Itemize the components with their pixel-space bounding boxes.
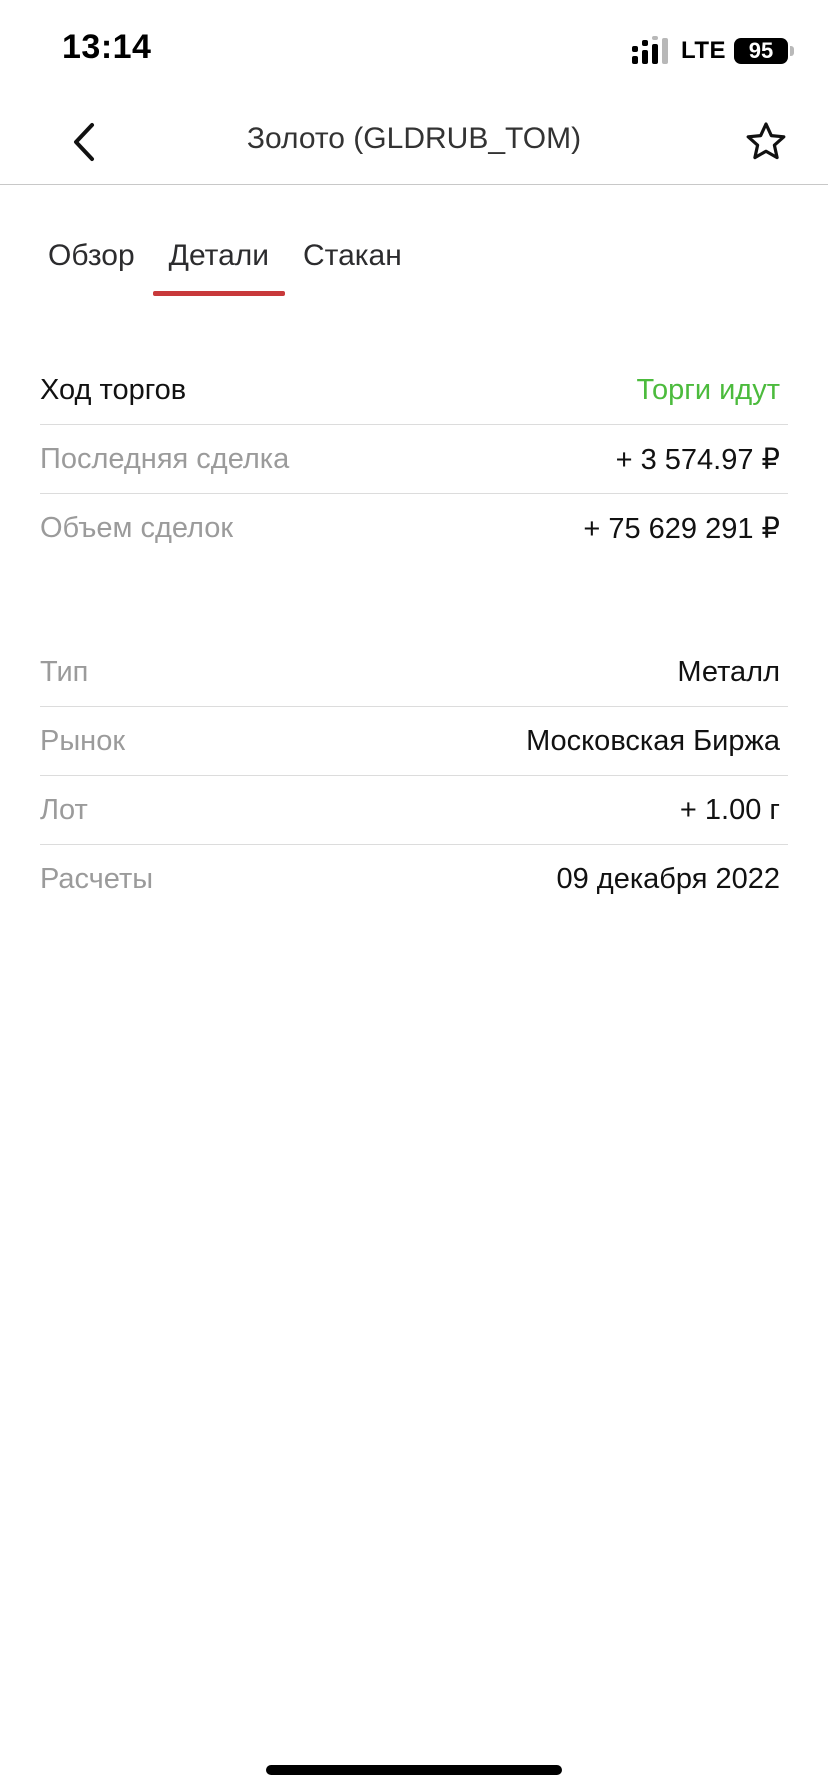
status-indicators: LTE 95 [631, 36, 794, 66]
type-label: Тип [40, 655, 89, 688]
battery-icon: 95 [734, 38, 794, 64]
star-icon [746, 122, 786, 160]
market-value: Московская Биржа [526, 724, 780, 757]
tab-order-book[interactable]: Стакан [287, 232, 418, 296]
settlement-label: Расчеты [40, 863, 154, 895]
row-trading-status: Ход торгов Торги идут [40, 356, 788, 425]
row-market: Рынок Московская Биржа [40, 707, 788, 776]
trading-details: Ход торгов Торги идут Последняя сделка +… [40, 356, 788, 563]
signal-icon [631, 36, 668, 64]
last-trade-label: Последняя сделка [40, 442, 290, 475]
last-trade-value: + 3 574.97 ₽ [615, 443, 780, 476]
row-settlement: Расчеты 09 декабря 2022 [40, 845, 788, 914]
battery-cap [790, 46, 794, 56]
row-trade-volume: Объем сделок + 75 629 291 ₽ [40, 494, 788, 563]
page-title: Золото (GLDRUB_TOM) [246, 122, 582, 155]
lot-label: Лот [40, 793, 88, 826]
trade-volume-label: Объем сделок [40, 512, 234, 544]
type-value: Металл [677, 655, 780, 688]
back-chevron-icon [74, 123, 94, 161]
lot-value: + 1.00 г [679, 793, 780, 826]
status-time: 13:14 [62, 28, 152, 66]
status-bar: 13:14 LTE 95 [0, 0, 828, 100]
instrument-info: Тип Металл Рынок Московская Биржа Лот + … [40, 638, 788, 914]
favorite-button[interactable] [740, 116, 792, 168]
row-lot: Лот + 1.00 г [40, 776, 788, 845]
trade-volume-value: + 75 629 291 ₽ [583, 513, 780, 545]
back-button[interactable] [60, 118, 108, 166]
trading-status-label: Ход торгов [40, 373, 187, 406]
battery-level: 95 [734, 38, 788, 64]
row-last-trade: Последняя сделка + 3 574.97 ₽ [40, 425, 788, 494]
trading-status-value: Торги идут [636, 373, 780, 406]
settlement-value: 09 декабря 2022 [556, 863, 780, 895]
tab-details[interactable]: Детали [152, 232, 286, 296]
tab-bar: Обзор Детали Стакан [32, 232, 418, 296]
home-indicator[interactable] [266, 1765, 562, 1775]
network-type: LTE [680, 37, 726, 64]
market-label: Рынок [40, 724, 126, 757]
tab-overview[interactable]: Обзор [32, 232, 151, 296]
row-type: Тип Металл [40, 638, 788, 707]
navigation-bar: Золото (GLDRUB_TOM) [0, 100, 828, 185]
